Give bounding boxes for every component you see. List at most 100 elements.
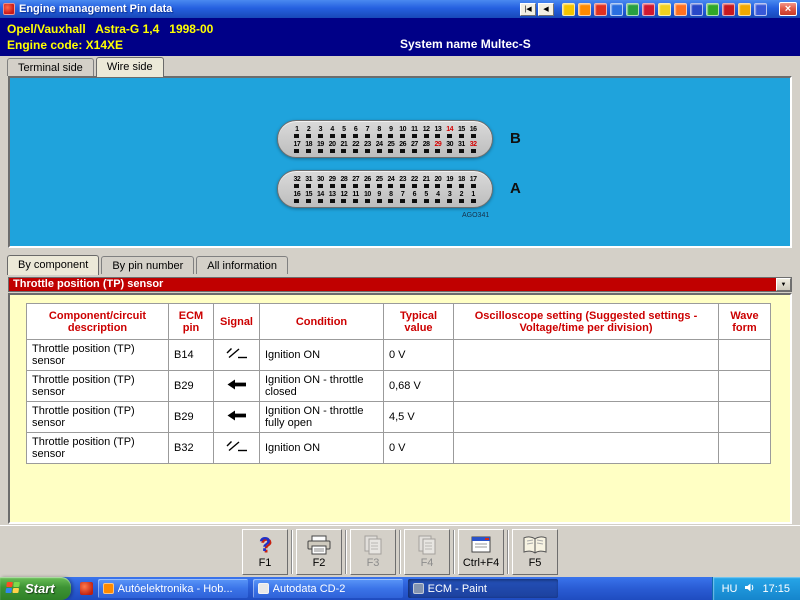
pin-terminal: [294, 183, 300, 188]
separator: [399, 529, 401, 574]
launcher-icon-8[interactable]: [674, 2, 687, 16]
launcher-icon-12[interactable]: [738, 2, 751, 16]
pin-number: 15: [305, 190, 313, 198]
pin-B23: 23: [362, 141, 374, 153]
pin-B18: 18: [303, 141, 315, 153]
launcher-icon-11[interactable]: [722, 2, 735, 16]
pin-data-area: Component/circuit description ECM pin Sign…: [8, 293, 792, 524]
pin-number: 6: [353, 125, 358, 133]
pin-number: 25: [375, 175, 383, 183]
pin-number: 3: [318, 125, 323, 133]
nav-button-2[interactable]: ◀: [538, 2, 554, 16]
pin-terminal: [435, 148, 441, 153]
fn-button-f1[interactable]: ? F1: [242, 528, 288, 575]
dropdown-button[interactable]: ▼: [776, 278, 791, 291]
launcher-icon-6[interactable]: [642, 2, 655, 16]
cell-ecm_pin: B29: [168, 370, 214, 402]
titlebar-icons: [562, 2, 767, 16]
pin-A32: 32: [291, 176, 303, 188]
taskbar-button-aut-elektronika-hob[interactable]: Autóelektronika - Hob...: [97, 579, 248, 598]
pin-A18: 18: [456, 176, 468, 188]
launcher-icon-10[interactable]: [706, 2, 719, 16]
launcher-icon-2[interactable]: [578, 2, 591, 16]
tab-wire-side[interactable]: Wire side: [95, 57, 164, 77]
pin-terminal: [400, 133, 406, 138]
pages-icon: [362, 534, 384, 556]
pin-number: 30: [316, 175, 324, 183]
pin-A24: 24: [385, 176, 397, 188]
cell-oscilloscope: [453, 370, 719, 402]
pin-terminal: [388, 133, 394, 138]
pin-B16: 16: [467, 126, 479, 138]
tab-terminal-side[interactable]: Terminal side: [7, 58, 94, 76]
launcher-icon-3[interactable]: [594, 2, 607, 16]
launcher-icon-5[interactable]: [626, 2, 639, 16]
pin-number: 21: [340, 140, 348, 148]
fn-button-f2[interactable]: F2: [296, 528, 342, 575]
window-title: Engine management Pin data: [19, 3, 173, 15]
fn-button-f5[interactable]: F5: [512, 528, 558, 575]
close-button[interactable]: ×: [779, 2, 797, 16]
pin-terminal: [435, 133, 441, 138]
vehicle-info: Opel/Vauxhall Astra-G 1,4 1998-00: [7, 22, 214, 36]
pin-B26: 26: [397, 141, 409, 153]
launcher-icon-7[interactable]: [658, 2, 671, 16]
pin-A23: 23: [397, 176, 409, 188]
pin-table-body: Throttle position (TP) sensor B14 Ignition…: [26, 339, 771, 464]
pin-terminal: [341, 133, 347, 138]
pin-number: 11: [352, 190, 359, 198]
component-selector[interactable]: Throttle position (TP) sensor ▼: [8, 277, 792, 292]
tab-by-component[interactable]: By component: [7, 255, 100, 275]
pin-B8: 8: [373, 126, 385, 138]
column-header-4: Condition: [259, 303, 384, 340]
pin-B25: 25: [385, 141, 397, 153]
pin-number: 16: [469, 125, 477, 133]
selected-component: Throttle position (TP) sensor: [13, 278, 164, 290]
pin-terminal: [376, 133, 382, 138]
pin-number: 28: [340, 175, 348, 183]
fn-button-f3: F3: [350, 528, 396, 575]
pin-B10: 10: [397, 126, 409, 138]
pin-number: 17: [469, 175, 477, 183]
pin-number: 10: [399, 125, 407, 133]
pin-terminal: [306, 183, 312, 188]
column-header-2: ECM pin: [168, 303, 214, 340]
nav-button-1[interactable]: |◀: [520, 2, 536, 16]
volume-icon[interactable]: [744, 582, 755, 596]
launcher-icon-9[interactable]: [690, 2, 703, 16]
tab-all-information[interactable]: All information: [196, 256, 288, 274]
pin-B5: 5: [338, 126, 350, 138]
launcher-icon-13[interactable]: [754, 2, 767, 16]
pin-terminal: [376, 148, 382, 153]
pin-number: 29: [434, 140, 442, 148]
pin-B29: 29: [432, 141, 444, 153]
pin-terminal: [376, 198, 382, 203]
pin-terminal: [458, 148, 464, 153]
pin-terminal: [388, 183, 394, 188]
taskbar-button-ecm-paint[interactable]: ECM - Paint: [407, 579, 558, 598]
task-label: ECM - Paint: [427, 582, 487, 595]
pin-A8: 8: [385, 191, 397, 203]
table-row: Throttle position (TP) sensor B32 Ignition…: [26, 432, 771, 464]
pin-B19: 19: [315, 141, 327, 153]
start-button[interactable]: Start: [0, 577, 71, 600]
tab-by-pin-number[interactable]: By pin number: [101, 256, 195, 274]
book-icon: [522, 534, 548, 556]
taskbar-button-autodata-cd-2[interactable]: Autodata CD-2: [252, 579, 403, 598]
launcher-icon-4[interactable]: [610, 2, 623, 16]
launcher-icon-1[interactable]: [562, 2, 575, 16]
pin-A29: 29: [326, 176, 338, 188]
pin-terminal: [400, 183, 406, 188]
fn-button-ctrl-f4[interactable]: Ctrl+F4: [458, 528, 504, 575]
pin-number: 9: [389, 125, 393, 133]
pin-number: 5: [342, 125, 346, 133]
pin-terminal: [388, 148, 394, 153]
pin-A1: 1: [467, 191, 479, 203]
language-indicator[interactable]: HU: [722, 583, 738, 595]
pin-terminal: [470, 198, 476, 203]
cell-wave_form: [718, 339, 771, 371]
pin-A16: 16: [291, 191, 303, 203]
pin-row: 32 31 30 29 28 27 26 25 24 23 22 21 20 19 18 17: [291, 176, 479, 188]
quick-launch-icon[interactable]: [79, 582, 93, 595]
pin-number: 27: [410, 140, 418, 148]
